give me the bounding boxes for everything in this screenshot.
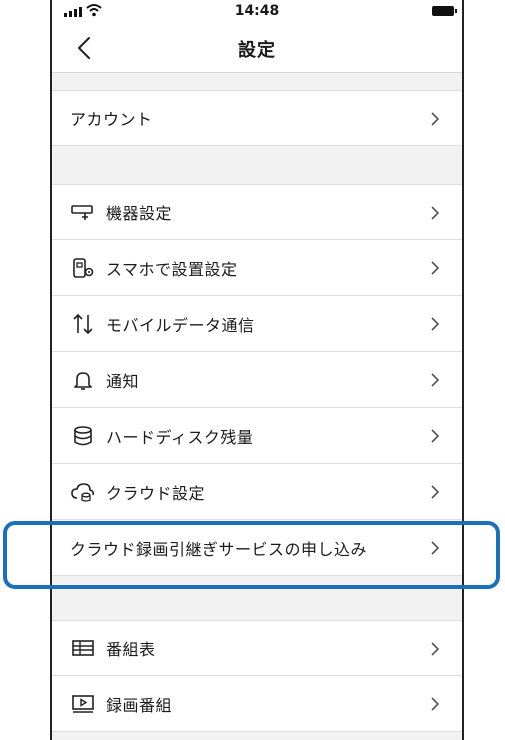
settings-item-label: スマホで設置設定: [106, 259, 238, 279]
phone-setup-icon: [70, 255, 96, 281]
settings-item-label: 録画番組: [106, 695, 173, 715]
chevron-right-icon: [431, 642, 440, 656]
page-title: 設定: [238, 40, 276, 61]
settings-item-label: ハードディスク残量: [106, 427, 254, 447]
program-guide-icon: [70, 635, 96, 661]
chevron-right-icon: [431, 261, 440, 275]
settings-item-recorded-programs[interactable]: 録画番組: [52, 676, 462, 732]
settings-group-device: 機器設定 スマホで設置設定 モバイルデータ通信 通知 ハードディスク残量 クラウ…: [52, 184, 462, 576]
battery-icon: [432, 6, 457, 16]
settings-item-mobile-data[interactable]: モバイルデータ通信: [52, 296, 462, 352]
cloud-icon: [70, 479, 96, 505]
status-time: 14:48: [234, 3, 280, 19]
database-icon: [70, 423, 96, 449]
phone-frame: 14:48 設定 アカウント 機器設定 スマホで設置設定 モバイルデータ通信 通…: [50, 0, 464, 740]
recorded-program-icon: [70, 691, 96, 717]
chevron-right-icon: [431, 541, 440, 555]
settings-group-programs: 番組表 録画番組: [52, 620, 462, 732]
status-bar: 14:48: [52, 0, 462, 24]
navigation-bar: 設定: [52, 24, 462, 73]
chevron-right-icon: [431, 373, 440, 387]
settings-item-label: アカウント: [70, 110, 153, 129]
settings-item-phone-setup[interactable]: スマホで設置設定: [52, 240, 462, 296]
settings-item-device[interactable]: 機器設定: [52, 184, 462, 240]
settings-item-account[interactable]: アカウント: [52, 90, 462, 146]
settings-group-account: アカウント: [52, 90, 462, 146]
settings-item-notification[interactable]: 通知: [52, 352, 462, 408]
settings-item-cloud-recording-transfer[interactable]: クラウド録画引継ぎサービスの申し込み: [52, 520, 462, 576]
settings-item-label: 番組表: [106, 640, 156, 659]
data-transfer-icon: [70, 311, 96, 337]
settings-item-label: 通知: [106, 371, 140, 391]
chevron-right-icon: [431, 485, 440, 499]
chevron-right-icon: [431, 317, 440, 331]
settings-item-program-guide[interactable]: 番組表: [52, 620, 462, 676]
settings-item-cloud[interactable]: クラウド設定: [52, 464, 462, 520]
chevron-right-icon: [431, 429, 440, 443]
settings-item-hdd-capacity[interactable]: ハードディスク残量: [52, 408, 462, 464]
settings-item-label: クラウド設定: [106, 483, 206, 503]
settings-item-label: クラウド録画引継ぎサービスの申し込み: [70, 539, 368, 559]
chevron-right-icon: [431, 697, 440, 711]
chevron-right-icon: [431, 112, 440, 126]
bell-icon: [70, 367, 96, 393]
settings-item-label: 機器設定: [106, 204, 173, 223]
settings-item-label: モバイルデータ通信: [106, 315, 255, 335]
chevron-right-icon: [431, 206, 440, 220]
device-icon: [70, 199, 96, 225]
